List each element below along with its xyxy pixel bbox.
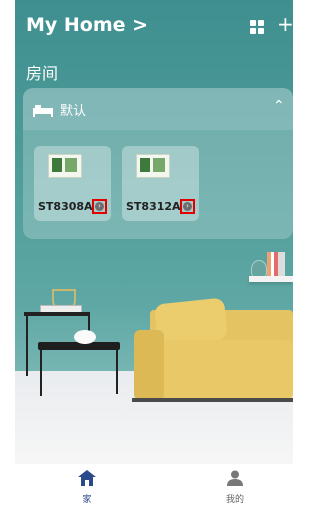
decor-books (267, 252, 285, 276)
home-icon (78, 470, 96, 486)
decor-vase (74, 330, 96, 344)
nav-label-mine: 我的 (225, 495, 244, 505)
device-name: ST8308A (38, 200, 93, 213)
chevron-right-icon: › (95, 202, 104, 211)
room-panel: 默认 ⌃ ST8308A › ST8312A › (23, 88, 293, 239)
device-card[interactable]: ST8312A › (122, 146, 199, 221)
nav-item-mine[interactable]: 我的 (205, 470, 265, 505)
nav-label-home: 家 (82, 495, 92, 505)
room-name: 默认 (60, 104, 87, 119)
grid-icon[interactable] (250, 20, 264, 34)
device-detail-button[interactable]: › (92, 199, 107, 214)
decor-shelf (249, 276, 293, 282)
bed-icon (33, 105, 53, 117)
app-screen: My Home > + 房间 默认 ⌃ ST8308A › ST8312A › (0, 0, 293, 505)
device-image (48, 154, 82, 178)
chevron-up-icon[interactable]: ⌃ (273, 98, 285, 114)
decor-sofa-arm (134, 330, 164, 400)
device-card[interactable]: ST8308A › (34, 146, 111, 221)
add-icon[interactable]: + (277, 14, 293, 34)
decor-table-leg (116, 350, 118, 394)
room-panel-header[interactable]: 默认 ⌃ (23, 88, 293, 130)
decor-side-table (24, 312, 90, 316)
chevron-right-icon: › (183, 202, 192, 211)
rooms-label: 房间 (26, 64, 59, 83)
decor-sofa-base (132, 398, 293, 402)
home-title[interactable]: My Home > (26, 14, 148, 36)
decor-table-leg (26, 316, 28, 376)
bottom-nav: 家 我的 (15, 464, 293, 505)
device-detail-button[interactable]: › (180, 199, 195, 214)
device-name: ST8312A (126, 200, 181, 213)
device-image (136, 154, 170, 178)
user-icon (227, 470, 243, 486)
nav-item-home[interactable]: 家 (57, 470, 117, 505)
decor-table-leg (40, 350, 42, 396)
